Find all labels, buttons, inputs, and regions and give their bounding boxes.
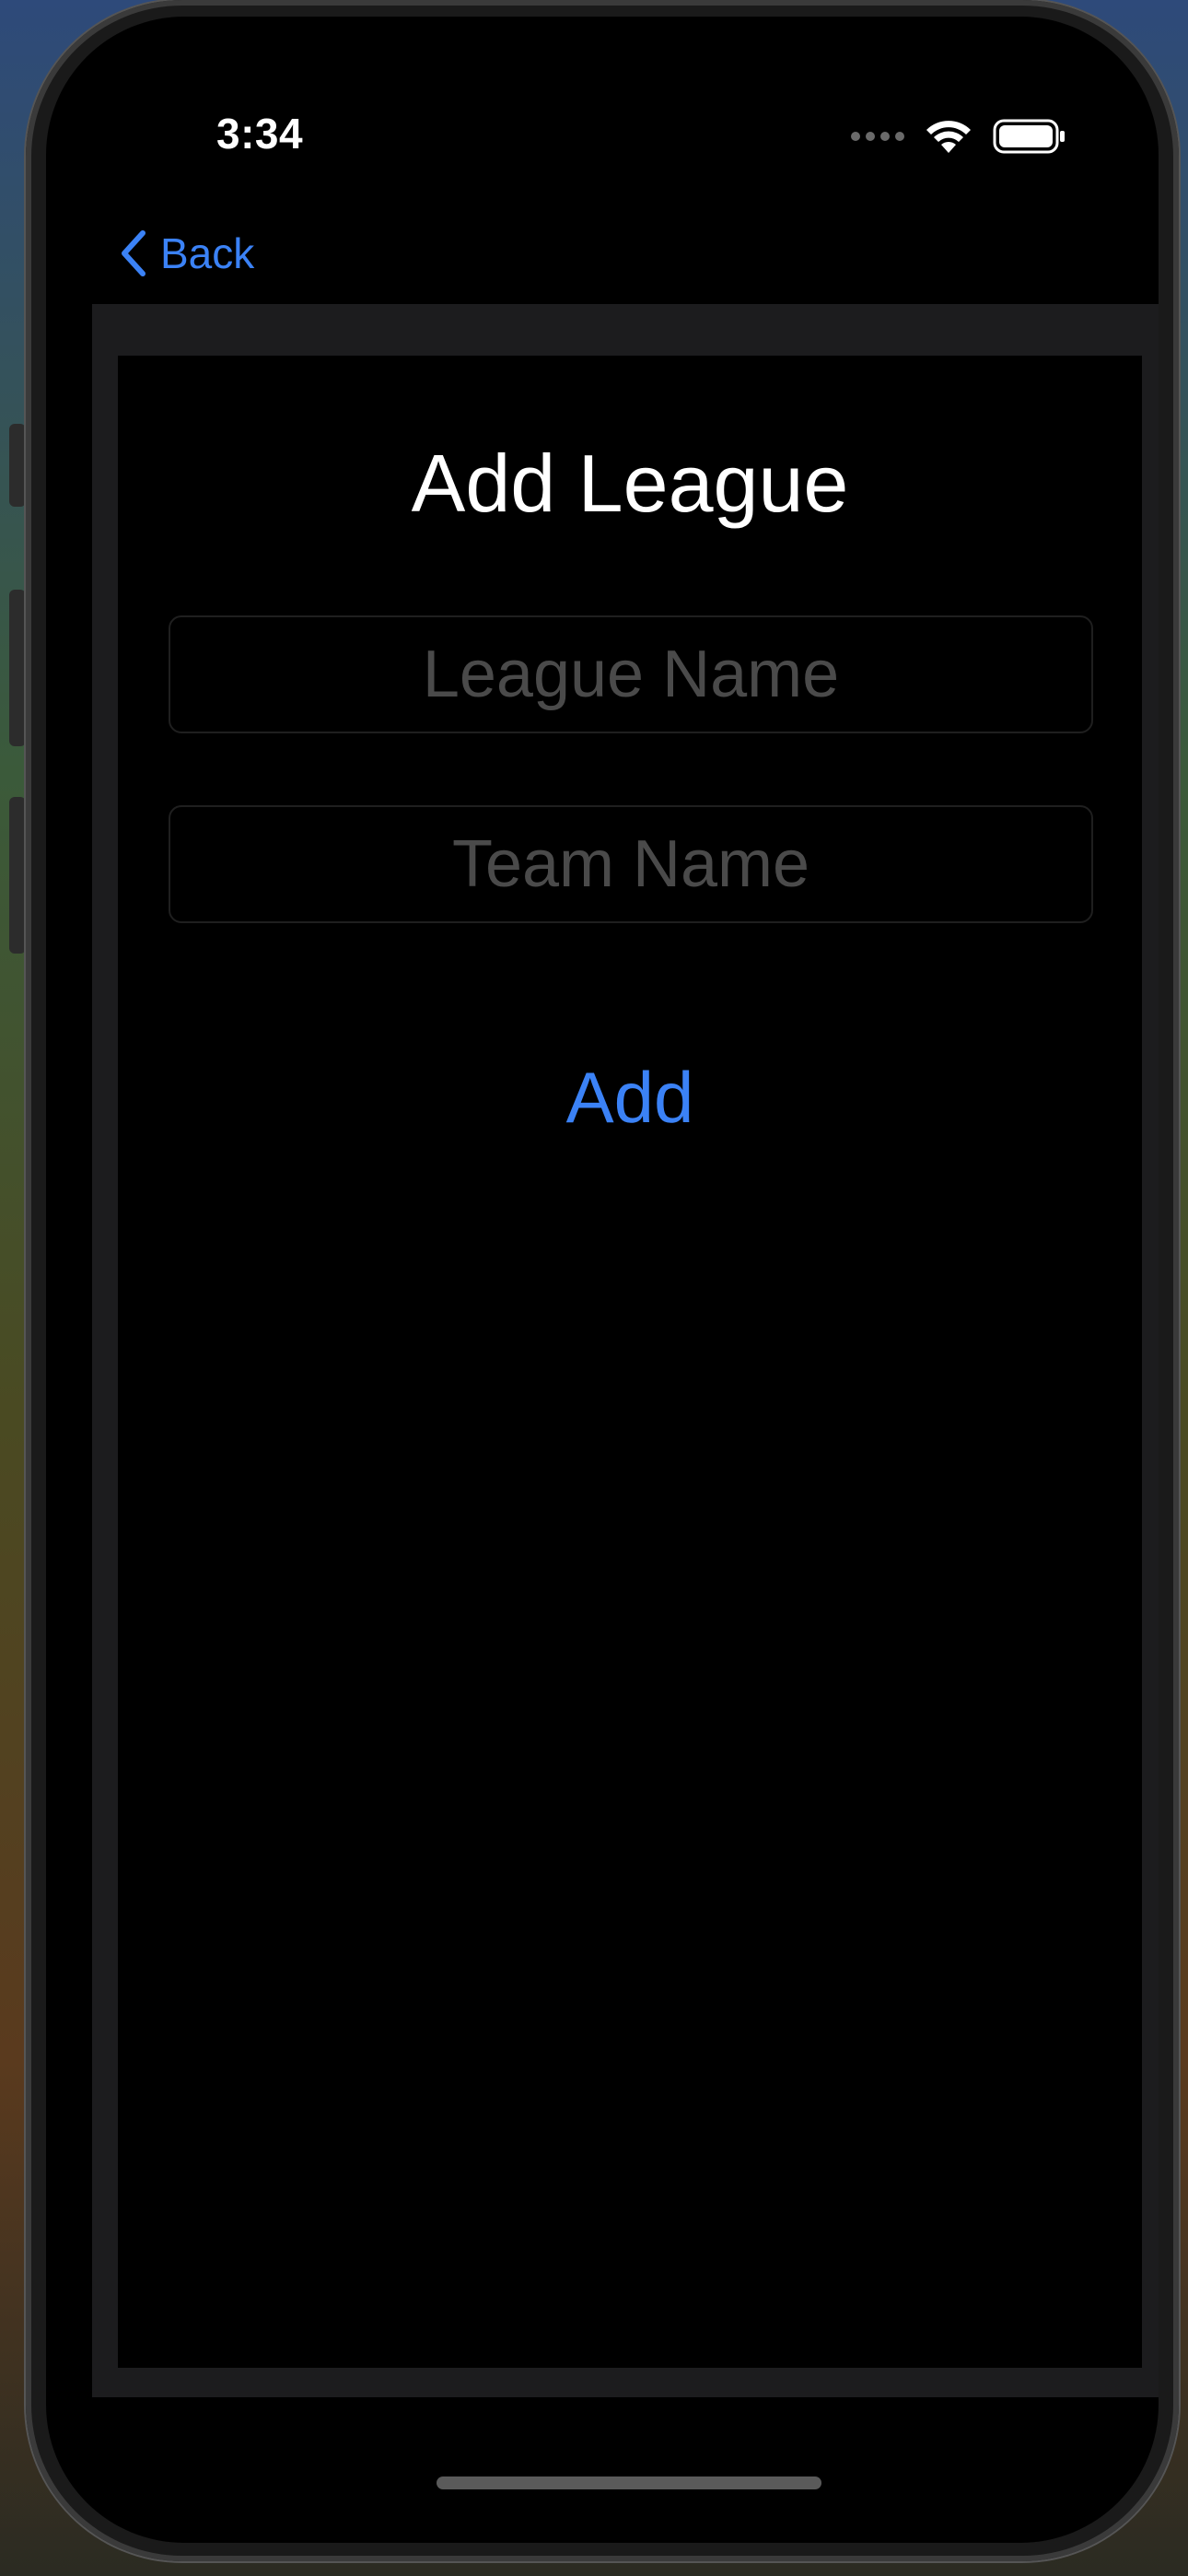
league-name-input[interactable] bbox=[169, 615, 1093, 733]
wifi-icon bbox=[926, 121, 971, 153]
add-button[interactable]: Add bbox=[118, 1056, 1142, 1140]
back-button-label: Back bbox=[160, 229, 255, 277]
navigation-bar: Back bbox=[46, 201, 1159, 302]
device-frame: 3:34 Back Add League League Name Team Na… bbox=[26, 0, 1179, 2561]
home-indicator[interactable] bbox=[437, 2476, 821, 2489]
silent-switch bbox=[9, 424, 26, 507]
page-title: Add League bbox=[411, 438, 849, 529]
team-name-input[interactable] bbox=[169, 805, 1093, 923]
volume-down-button bbox=[9, 797, 26, 954]
cellular-signal-icon bbox=[851, 132, 904, 141]
add-league-form: Add League Add bbox=[118, 356, 1142, 2368]
device-screen: 3:34 Back Add League League Name Team Na… bbox=[46, 17, 1159, 2543]
status-icons bbox=[851, 118, 1066, 155]
volume-up-button bbox=[9, 590, 26, 746]
chevron-left-icon bbox=[122, 230, 146, 276]
status-bar: 3:34 bbox=[46, 17, 1159, 201]
battery-icon bbox=[993, 119, 1065, 154]
status-time: 3:34 bbox=[216, 110, 304, 158]
back-button[interactable]: Back bbox=[120, 228, 254, 278]
content-container: Add League Add bbox=[92, 304, 1159, 2397]
